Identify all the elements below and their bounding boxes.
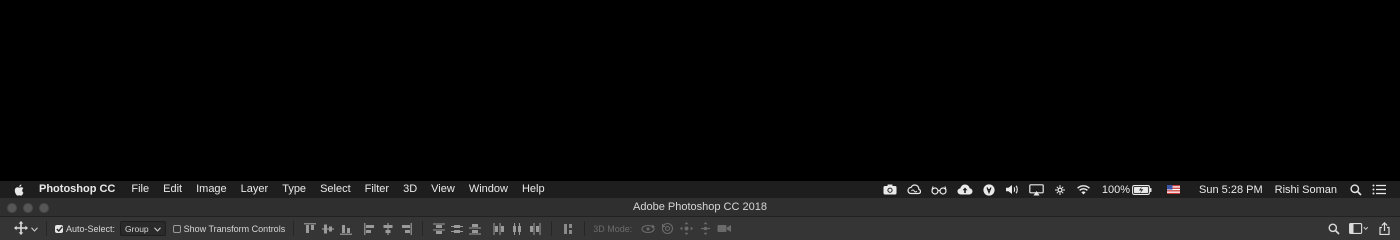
options-bar-right-tools: [1326, 221, 1392, 236]
3d-mode-buttons: [640, 221, 732, 236]
align-horizontal-centers-icon[interactable]: [380, 221, 396, 236]
auto-align-layers-icon[interactable]: [560, 221, 576, 236]
volume-icon[interactable]: [1005, 181, 1019, 198]
distribute-horizontal-centers-icon[interactable]: [509, 221, 525, 236]
status-menus: 100% Sun 5:28 PM Rishi Soman: [878, 181, 1400, 198]
checkbox-unchecked-icon: [172, 224, 181, 233]
show-transform-controls-label: Show Transform Controls: [183, 223, 286, 234]
desktop-background: [0, 0, 1400, 181]
share-icon[interactable]: [1376, 221, 1392, 236]
divider: [422, 221, 424, 236]
menu-type[interactable]: Type: [275, 181, 313, 198]
distribute-buttons: [431, 221, 543, 236]
auto-select-target-dropdown[interactable]: Group: [120, 221, 166, 236]
minimize-window-button[interactable]: [23, 203, 33, 213]
search-icon[interactable]: [1326, 221, 1342, 236]
window-controls: [7, 203, 49, 213]
close-window-button[interactable]: [7, 203, 17, 213]
roll-3d-camera-icon[interactable]: [659, 221, 675, 236]
workspace-switcher-icon[interactable]: [1348, 221, 1370, 236]
wifi-icon[interactable]: [1076, 181, 1091, 198]
input-source-flag-icon[interactable]: [1167, 181, 1181, 198]
menu-view[interactable]: View: [424, 181, 462, 198]
menu-help[interactable]: Help: [515, 181, 552, 198]
align-bottom-edges-icon[interactable]: [338, 221, 354, 236]
app-menu[interactable]: Photoshop CC: [37, 181, 122, 198]
tool-preset-picker[interactable]: [14, 220, 38, 237]
apple-menu-icon[interactable]: [14, 184, 24, 196]
align-vertical-centers-icon[interactable]: [320, 221, 336, 236]
clock[interactable]: Sun 5:28 PM: [1199, 184, 1263, 196]
align-buttons: [302, 221, 414, 236]
pan-3d-camera-icon[interactable]: [678, 221, 694, 236]
options-bar: Auto-Select: Group Show Transform Contro…: [0, 217, 1400, 240]
chevron-down-icon: [31, 224, 38, 234]
align-top-edges-icon[interactable]: [302, 221, 318, 236]
airplay-icon[interactable]: [1029, 181, 1044, 198]
auto-select-target-value: Group: [125, 223, 149, 234]
distribute-top-edges-icon[interactable]: [431, 221, 447, 236]
alfred-icon[interactable]: [983, 181, 995, 198]
battery-charging-icon[interactable]: [1132, 181, 1152, 198]
auto-select-checkbox[interactable]: Auto-Select:: [55, 224, 115, 234]
notification-center-icon[interactable]: [1372, 181, 1386, 198]
menu-edit[interactable]: Edit: [156, 181, 189, 198]
3d-mode-label: 3D Mode:: [593, 223, 633, 234]
distribute-vertical-centers-icon[interactable]: [449, 221, 465, 236]
network-sync-icon[interactable]: [1054, 181, 1066, 198]
menu-image[interactable]: Image: [189, 181, 234, 198]
slide-3d-camera-icon[interactable]: [697, 221, 713, 236]
camera-icon[interactable]: [883, 181, 897, 198]
glasses-icon[interactable]: [931, 181, 947, 198]
align-right-edges-icon[interactable]: [398, 221, 414, 236]
divider: [293, 221, 295, 236]
chevron-down-icon: [153, 224, 161, 234]
checkbox-checked-icon: [55, 224, 63, 233]
menu-layer[interactable]: Layer: [234, 181, 276, 198]
menu-select[interactable]: Select: [313, 181, 358, 198]
menu-window[interactable]: Window: [462, 181, 515, 198]
window-title-bar[interactable]: Adobe Photoshop CC 2018: [0, 198, 1400, 217]
spotlight-search-icon[interactable]: [1350, 181, 1362, 198]
align-left-edges-icon[interactable]: [362, 221, 378, 236]
menu-3d[interactable]: 3D: [396, 181, 424, 198]
zoom-window-button[interactable]: [39, 203, 49, 213]
menu-file[interactable]: File: [124, 181, 156, 198]
distribute-left-edges-icon[interactable]: [491, 221, 507, 236]
show-transform-controls-checkbox[interactable]: Show Transform Controls: [172, 223, 286, 234]
zoom-3d-camera-icon[interactable]: [716, 221, 732, 236]
user-name[interactable]: Rishi Soman: [1275, 184, 1337, 196]
menu-bar: Photoshop CC File Edit Image Layer Type …: [0, 181, 1400, 198]
move-tool-icon: [14, 220, 28, 237]
divider: [584, 221, 586, 236]
orbit-3d-camera-icon[interactable]: [640, 221, 656, 236]
divider: [551, 221, 553, 236]
battery-percentage[interactable]: 100%: [1102, 184, 1130, 196]
distribute-right-edges-icon[interactable]: [527, 221, 543, 236]
creative-cloud-icon[interactable]: [907, 181, 921, 198]
divider: [46, 221, 47, 236]
cloud-upload-icon[interactable]: [957, 181, 973, 198]
auto-select-label: Auto-Select:: [66, 223, 116, 234]
menu-filter[interactable]: Filter: [358, 181, 396, 198]
window-title: Adobe Photoshop CC 2018: [633, 201, 767, 213]
distribute-bottom-edges-icon[interactable]: [467, 221, 483, 236]
